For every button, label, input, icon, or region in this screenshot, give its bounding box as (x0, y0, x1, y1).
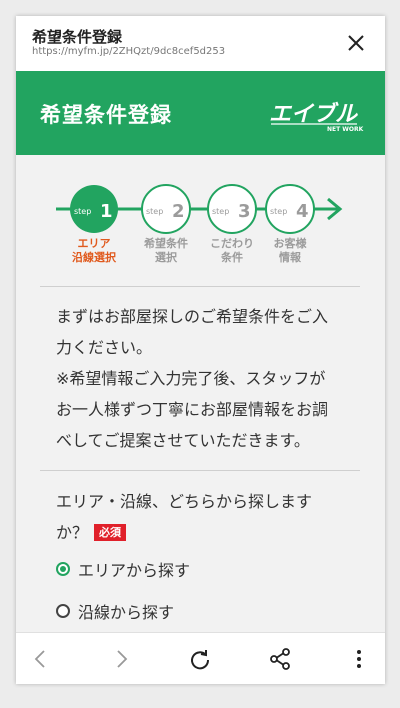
able-logo: エイブル NET WORK (269, 101, 364, 133)
browser-bottombar (16, 632, 385, 684)
step-2-marker: step 2 (141, 184, 191, 234)
radio-label-line: 沿線から探す (78, 603, 175, 622)
svg-text:step: step (74, 207, 91, 216)
svg-text:step: step (270, 207, 287, 216)
radio-option-area[interactable]: エリアから探す (56, 557, 190, 581)
page-title: 希望条件登録 (40, 103, 172, 127)
step-track: step 1 step 2 step 3 step 4 (56, 184, 343, 234)
search-method-question: エリア・沿線、どちらから探します か？ 必須 (56, 492, 313, 542)
step-4-marker: step 4 (265, 184, 315, 234)
browser-topbar: 希望条件登録 https://myfm.jp/2ZHQzt/9dc8cef5d2… (16, 16, 385, 71)
reload-icon[interactable] (187, 646, 213, 672)
divider (40, 470, 360, 471)
svg-text:1: 1 (100, 201, 113, 222)
radio-option-line[interactable]: 沿線から探す (56, 599, 174, 623)
step-2-label: 希望条件 選択 (144, 237, 188, 264)
logo-text: エイブル (269, 101, 358, 127)
step-1-marker: step 1 (70, 185, 118, 233)
svg-text:2: 2 (172, 201, 185, 222)
required-badge: 必須 (94, 524, 127, 541)
site-header: 希望条件登録 エイブル NET WORK (16, 71, 385, 155)
forward-icon[interactable] (108, 646, 134, 672)
step-3-marker: step 3 (207, 184, 257, 234)
step-1-label: エリア 沿線選択 (72, 237, 116, 264)
radio-unchecked-icon[interactable] (56, 604, 70, 618)
svg-text:3: 3 (238, 201, 251, 222)
radio-checked-icon[interactable] (56, 562, 70, 576)
svg-text:step: step (146, 207, 163, 216)
step-4-label: お客様 情報 (273, 237, 307, 264)
close-icon[interactable] (345, 32, 367, 54)
svg-text:4: 4 (296, 201, 309, 222)
page-tab-title: 希望条件登録 (32, 28, 123, 46)
url-text[interactable]: https://myfm.jp/2ZHQzt/9dc8cef5d253 (32, 46, 225, 57)
more-icon[interactable] (346, 646, 372, 672)
step-3-label: こだわり 条件 (210, 237, 254, 264)
logo-subtext: NET WORK (327, 126, 364, 133)
main-content: step 1 step 2 step 3 step 4 エリア 沿線選択 希望条… (16, 155, 385, 632)
step-progress: step 1 step 2 step 3 step 4 エリア 沿線選択 希望条… (16, 155, 385, 270)
divider (40, 286, 360, 287)
back-icon[interactable] (28, 646, 54, 672)
svg-text:step: step (212, 207, 229, 216)
radio-label-area: エリアから探す (78, 561, 191, 580)
browser-window: 希望条件登録 https://myfm.jp/2ZHQzt/9dc8cef5d2… (16, 16, 385, 684)
intro-text: まずはお部屋探しのご希望条件をご入 力ください。 ※希望情報ご入力完了後、スタッ… (56, 307, 329, 450)
share-icon[interactable] (267, 646, 293, 672)
